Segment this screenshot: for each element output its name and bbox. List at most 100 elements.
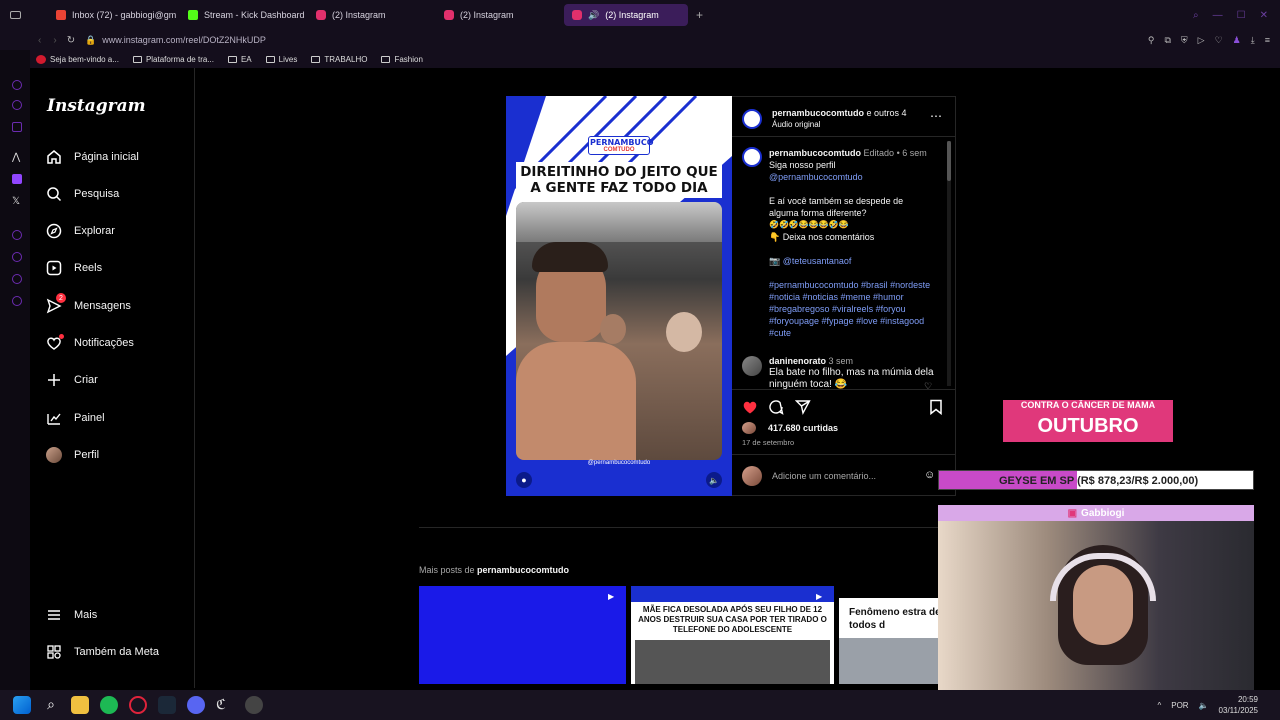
menu-icon[interactable]: ≡	[1265, 35, 1270, 46]
mention-link[interactable]: @pernambucocomtudo	[769, 171, 944, 183]
speaker-icon[interactable]: 🔊	[588, 10, 599, 21]
nav-search[interactable]: Pesquisa	[46, 186, 119, 202]
wallet-icon[interactable]: ♟	[1233, 35, 1241, 46]
download-icon[interactable]: ⤓	[1251, 35, 1255, 46]
author-avatar[interactable]	[742, 109, 762, 129]
bookmark-folder[interactable]: EA	[227, 55, 252, 64]
comment-button[interactable]	[768, 399, 784, 420]
app-icon[interactable]: ℭ	[216, 696, 234, 714]
more-posts-user[interactable]: pernambucocomtudo	[477, 565, 569, 575]
tab-instagram-2[interactable]: (2) Instagram	[436, 4, 564, 26]
instagram-logo[interactable]: Instagram	[47, 96, 146, 116]
nav-profile[interactable]: Perfil	[46, 447, 99, 463]
heart-icon[interactable]: ♡	[1215, 35, 1223, 46]
compass-icon	[46, 223, 62, 239]
x-icon[interactable]: 𝕏	[12, 196, 20, 207]
shield-icon[interactable]: ⛨	[1181, 35, 1188, 46]
maximize-icon[interactable]: ☐	[1237, 10, 1246, 21]
tab-kick[interactable]: Stream - Kick Dashboard	[180, 4, 308, 26]
banner-big-text: OUTUBRO	[1037, 415, 1139, 437]
caption: pernambucocomtudo Editado • 6 sem Siga n…	[769, 147, 944, 339]
sidebar-app-icon[interactable]	[12, 80, 22, 90]
bookmark-item[interactable]: Seja bem-vindo a...	[36, 54, 119, 64]
opera-gx-icon[interactable]	[129, 696, 147, 714]
discord-icon[interactable]	[187, 696, 205, 714]
nav-home[interactable]: Página inicial	[46, 149, 139, 165]
play-icon[interactable]: ▷	[1198, 35, 1205, 46]
close-icon[interactable]: ✕	[1260, 10, 1268, 21]
nav-dashboard[interactable]: Painel	[46, 410, 105, 426]
save-button[interactable]	[929, 399, 943, 420]
minimize-icon[interactable]: —	[1213, 10, 1223, 21]
file-explorer-icon[interactable]	[71, 696, 89, 714]
tab-instagram-active[interactable]: 🔊 (2) Instagram	[564, 4, 688, 26]
tab-instagram-1[interactable]: (2) Instagram	[308, 4, 436, 26]
back-icon[interactable]: ‹	[38, 35, 41, 46]
hashtags[interactable]: #pernambucocomtudo #brasil #nordeste #no…	[769, 279, 944, 339]
reel-video[interactable]: PERNAMBUCO COMTUDO DIREITINHO DO JEITO Q…	[506, 96, 732, 496]
tray-chevron-icon[interactable]: ^	[1157, 701, 1161, 710]
sidebar-app-icon[interactable]	[12, 122, 22, 132]
clock[interactable]: 20:59 03/11/2025	[1219, 694, 1258, 716]
likes-count[interactable]: 417.680 curtidas	[768, 423, 838, 433]
tab-menu-icon[interactable]	[0, 11, 30, 19]
language-indicator[interactable]: POR	[1171, 701, 1188, 710]
sidebar-app-icon[interactable]	[12, 100, 22, 110]
search-tabs-icon[interactable]: ⌕	[1193, 10, 1199, 21]
nav-create[interactable]: Criar	[46, 372, 98, 388]
pin-icon[interactable]: ⚲	[1148, 35, 1155, 46]
steam-icon[interactable]	[158, 696, 176, 714]
volume-icon[interactable]: 🔈	[706, 472, 722, 488]
twitch-icon[interactable]	[12, 174, 22, 184]
post-header-author[interactable]: pernambucocomtudo e outros 4	[772, 108, 907, 118]
nav-explore[interactable]: Explorar	[46, 223, 115, 239]
sidebar-app-icon[interactable]	[12, 252, 22, 262]
forward-icon[interactable]: ›	[53, 35, 56, 46]
scrollbar[interactable]	[947, 141, 951, 386]
author-name[interactable]: pernambucocomtudo	[772, 108, 864, 118]
nav-reels[interactable]: Reels	[46, 260, 102, 276]
nav-messages[interactable]: 2 Mensagens	[46, 293, 131, 314]
more-post-thumb[interactable]: ▶	[419, 586, 626, 684]
comment-like-icon[interactable]: ♡	[924, 381, 932, 392]
sidebar-app-icon[interactable]	[12, 230, 22, 240]
user-tag-icon[interactable]: ●	[516, 472, 532, 488]
start-icon[interactable]	[13, 696, 31, 714]
nav-more[interactable]: Mais	[46, 607, 97, 623]
collaborators-link[interactable]: e outros 4	[867, 108, 907, 118]
url-field[interactable]: www.instagram.com/reel/DOtZ2NHkUDP	[102, 35, 266, 45]
tab-gmail[interactable]: Inbox (72) - gabbiogi@gm	[48, 4, 180, 26]
more-post-thumb[interactable]: Fenômeno estra deixa todos d	[839, 598, 939, 684]
caption-avatar[interactable]	[742, 147, 762, 167]
commenter-avatar[interactable]	[742, 356, 762, 376]
credit-link[interactable]: @teteusantanaof	[783, 256, 852, 266]
bookmark-folder[interactable]: Fashion	[381, 55, 423, 64]
more-options-icon[interactable]: ⋯	[930, 109, 942, 123]
nav-also-from-meta[interactable]: Também da Meta	[46, 644, 159, 660]
bookmark-folder[interactable]: Plataforma de tra...	[132, 55, 214, 64]
add-comment-input[interactable]: Adicione um comentário...	[772, 471, 876, 481]
search-icon[interactable]: ⌕	[42, 696, 60, 714]
snapshot-icon[interactable]: ⧉	[1164, 35, 1170, 46]
post-details-panel: pernambucocomtudo e outros 4 Áudio origi…	[732, 96, 956, 496]
share-button[interactable]	[794, 399, 811, 420]
like-button[interactable]	[742, 399, 758, 420]
new-tab-button[interactable]: +	[696, 8, 703, 22]
bookmark-icon	[930, 399, 942, 416]
kick-sidebar-icon[interactable]: ⋀	[12, 152, 20, 163]
bookmark-folder[interactable]: Lives	[265, 55, 297, 64]
comment-username[interactable]: daninenorato	[769, 356, 826, 366]
emoji-icon[interactable]: ☺	[924, 469, 935, 481]
spotify-icon[interactable]	[100, 696, 118, 714]
sidebar-app-icon[interactable]	[12, 274, 22, 284]
nav-notifications[interactable]: Notificações	[46, 334, 134, 351]
audio-label[interactable]: Áudio original	[772, 120, 820, 129]
caption-username[interactable]: pernambucocomtudo	[769, 148, 861, 158]
volume-icon[interactable]: 🔈	[1199, 701, 1209, 710]
reload-icon[interactable]: ↻	[67, 35, 75, 46]
app-icon[interactable]	[245, 696, 263, 714]
more-post-thumb[interactable]: ▶ MÃE FICA DESOLADA APÓS SEU FILHO DE 12…	[631, 586, 834, 684]
tab-label: Stream - Kick Dashboard	[204, 10, 305, 20]
bookmark-folder[interactable]: TRABALHO	[311, 55, 367, 64]
settings-icon[interactable]	[12, 296, 22, 306]
